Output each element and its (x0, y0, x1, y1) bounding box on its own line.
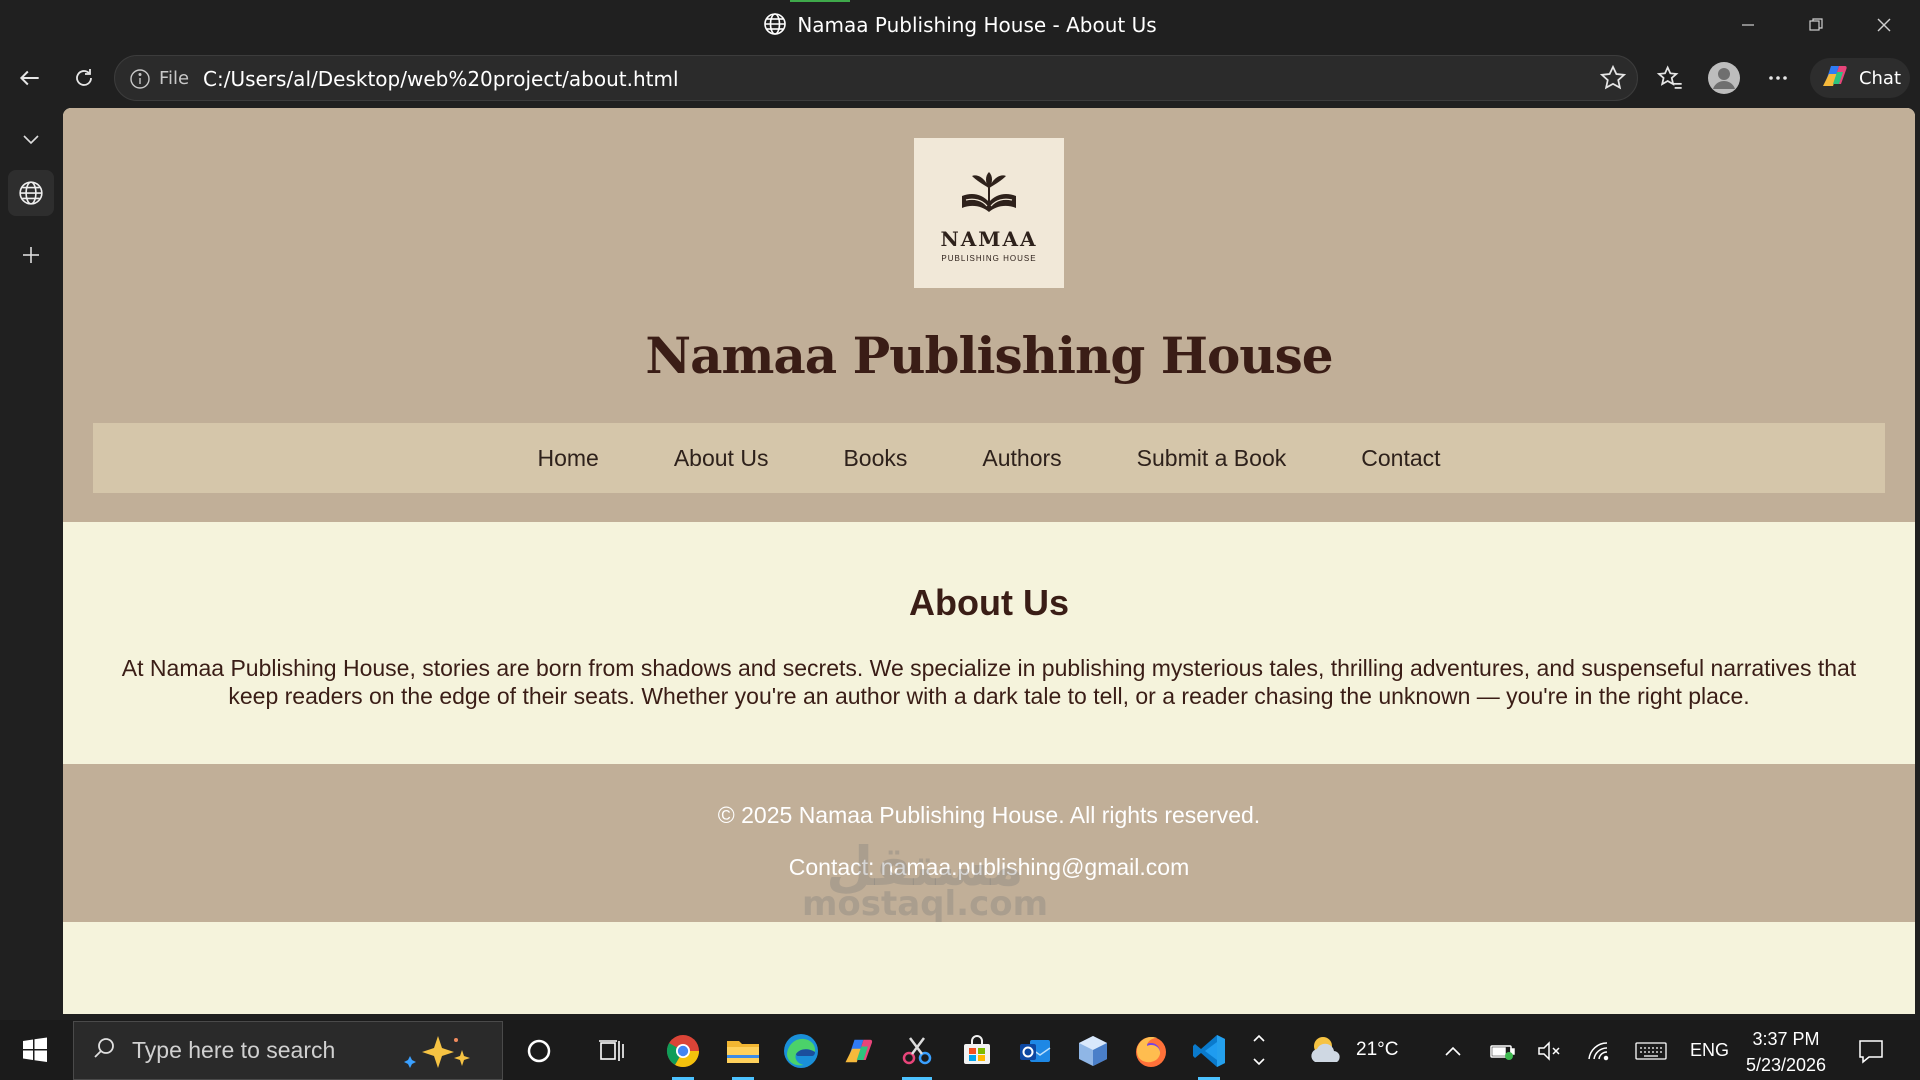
refresh-button[interactable] (64, 58, 104, 98)
browser-toolbar: File C:/Users/al/Desktop/web%20project/a… (0, 50, 1920, 106)
nav-link-books[interactable]: Books (843, 445, 907, 472)
task-view-icon[interactable] (588, 1030, 634, 1072)
copilot-app-icon[interactable] (836, 1030, 882, 1072)
taskbar-search-input[interactable]: Type here to search (73, 1021, 503, 1080)
url-text[interactable]: C:/Users/al/Desktop/web%20project/about.… (203, 67, 679, 91)
logo-tagline: PUBLISHING HOUSE (941, 253, 1037, 263)
search-placeholder: Type here to search (132, 1037, 336, 1063)
input-language[interactable]: ENG (1690, 1040, 1729, 1061)
firefox-icon[interactable] (1128, 1030, 1174, 1072)
edge-icon[interactable] (778, 1030, 824, 1072)
loading-indicator (790, 0, 850, 2)
about-section: About Us At Namaa Publishing House, stor… (63, 522, 1915, 764)
vscode-icon[interactable] (1186, 1030, 1232, 1080)
back-button[interactable] (10, 58, 50, 98)
watermark: مستقل mostaql.com (775, 835, 1075, 925)
site-logo[interactable]: NAMAA PUBLISHING HOUSE (914, 138, 1064, 288)
clock-date: 5/23/2026 (1745, 1055, 1827, 1075)
wifi-icon[interactable] (1576, 1030, 1622, 1072)
search-icon (92, 1036, 116, 1066)
snipping-tool-icon[interactable] (894, 1030, 940, 1080)
notifications-icon[interactable] (1848, 1030, 1894, 1072)
address-scheme-label: File (159, 68, 190, 89)
more-options-icon[interactable] (1758, 58, 1798, 98)
cortana-icon[interactable] (516, 1030, 562, 1072)
chrome-icon[interactable] (660, 1030, 706, 1080)
box-app-icon[interactable] (1070, 1030, 1116, 1072)
favorites-button[interactable] (1650, 58, 1690, 98)
touch-keyboard-icon[interactable] (1628, 1030, 1674, 1072)
battery-charging-icon[interactable] (1480, 1030, 1526, 1072)
windows-start-icon[interactable] (10, 1030, 60, 1070)
watermark-latin: mostaql.com (801, 884, 1049, 924)
nav-link-authors[interactable]: Authors (982, 445, 1061, 472)
weather-icon[interactable] (1304, 1030, 1350, 1072)
copilot-chat-button[interactable]: Chat (1810, 58, 1910, 98)
taskbar-clock[interactable]: 3:37 PM 5/23/2026 (1745, 1026, 1827, 1078)
nav-link-home[interactable]: Home (537, 445, 598, 472)
book-sprout-icon (954, 170, 1024, 223)
nav-link-contact[interactable]: Contact (1361, 445, 1440, 472)
copilot-icon (1819, 62, 1851, 95)
nav-link-about-us[interactable]: About Us (674, 445, 769, 472)
file-explorer-icon[interactable] (720, 1030, 766, 1080)
site-info-icon[interactable] (129, 68, 151, 95)
nav-link-submit-a-book[interactable]: Submit a Book (1137, 445, 1287, 472)
logo-name: NAMAA (940, 226, 1038, 251)
restore-button[interactable] (1796, 8, 1836, 42)
about-body: At Namaa Publishing House, stories are b… (121, 655, 1857, 709)
outlook-icon[interactable] (1012, 1030, 1058, 1072)
windows-taskbar: Type here to search 21°C ENG 3:37 PM 5/2… (0, 1020, 1920, 1080)
store-icon[interactable] (954, 1030, 1000, 1072)
taskbar-scroll-arrows[interactable] (1244, 1022, 1274, 1078)
window-title-bar: Namaa Publishing House - About Us (0, 0, 1920, 50)
window-title-text: Namaa Publishing House - About Us (797, 13, 1157, 37)
window-title: Namaa Publishing House - About Us (0, 12, 1920, 41)
sparkle-icon (398, 1034, 488, 1076)
address-bar[interactable]: File C:/Users/al/Desktop/web%20project/a… (114, 55, 1638, 101)
vertical-tab-bar (0, 106, 62, 1020)
weather-temperature[interactable]: 21°C (1356, 1039, 1398, 1061)
new-tab-plus-icon[interactable] (8, 232, 54, 278)
about-heading: About Us (909, 582, 1069, 623)
clock-time: 3:37 PM (1752, 1029, 1820, 1049)
tab-list-chevron-down-icon[interactable] (8, 116, 54, 162)
close-button[interactable] (1864, 8, 1904, 42)
show-hidden-icons-chevron-up-icon[interactable] (1430, 1030, 1476, 1072)
site-header: NAMAA PUBLISHING HOUSE Namaa Publishing … (63, 108, 1915, 522)
volume-muted-icon[interactable] (1526, 1030, 1572, 1072)
footer-copyright: © 2025 Namaa Publishing House. All right… (717, 802, 1261, 828)
favorite-star-icon[interactable] (1599, 64, 1627, 97)
minimize-button[interactable] (1728, 8, 1768, 42)
active-tab-globe-icon[interactable] (8, 170, 54, 216)
main-navigation: Home About Us Books Authors Submit a Boo… (93, 423, 1885, 493)
chat-label: Chat (1858, 67, 1902, 89)
globe-icon (763, 12, 787, 41)
site-title: Namaa Publishing House (645, 326, 1333, 385)
profile-avatar[interactable] (1704, 58, 1744, 98)
